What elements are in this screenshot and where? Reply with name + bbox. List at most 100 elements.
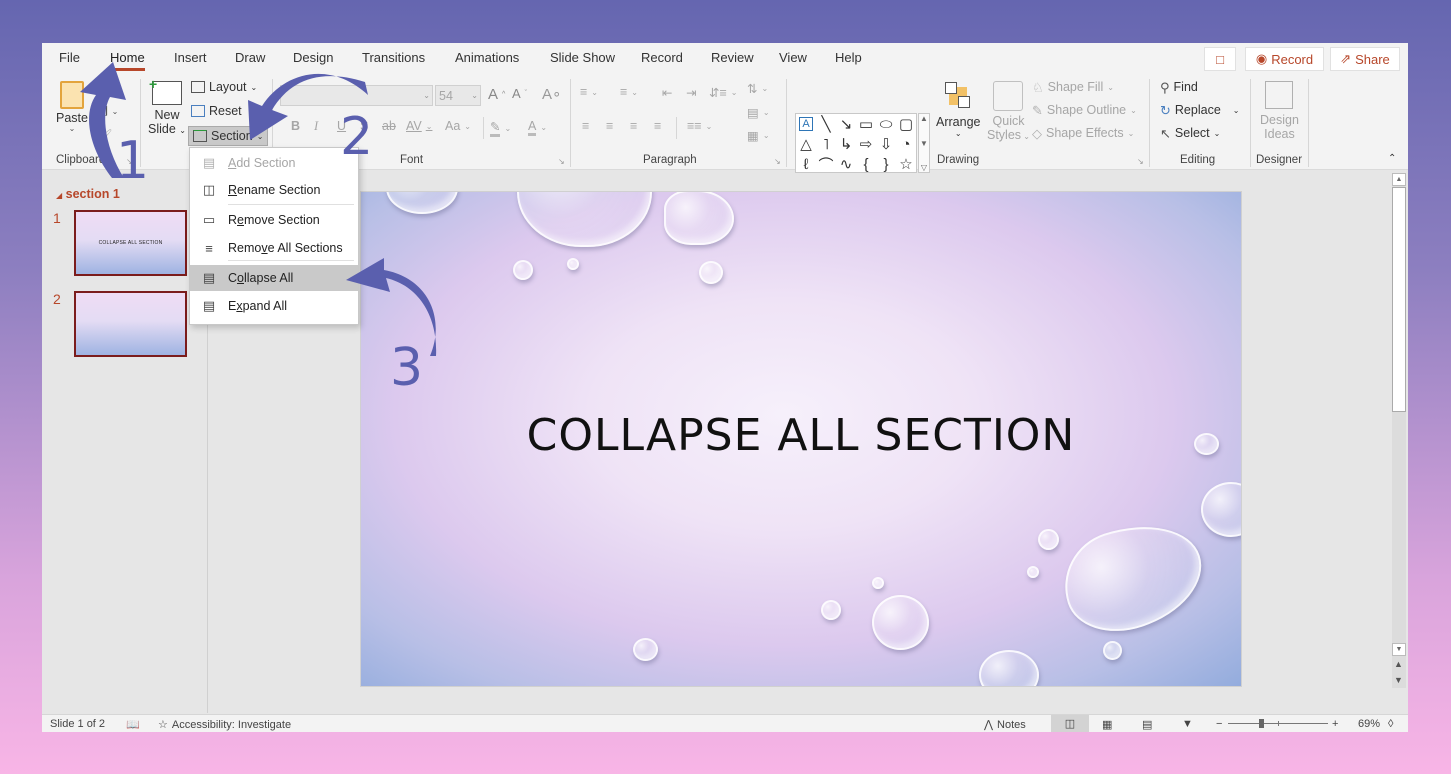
arrange-button[interactable]: Arrange ⌄ bbox=[936, 81, 980, 138]
tab-review[interactable]: Review bbox=[711, 50, 754, 65]
spell-check-icon[interactable]: 📖 bbox=[126, 718, 140, 731]
reset-button[interactable]: Reset bbox=[191, 104, 242, 118]
shape-option[interactable]: ⇩ bbox=[880, 135, 893, 153]
tab-draw[interactable]: Draw bbox=[235, 50, 265, 65]
fit-to-window-icon[interactable]: ◊ bbox=[1388, 718, 1393, 730]
align-text-button[interactable]: ▤ ⌄ bbox=[747, 105, 770, 120]
shapes-gallery-scroll[interactable]: ▲ ▼ ▽ bbox=[918, 113, 930, 173]
columns-button[interactable]: ≡≡ ⌄ bbox=[687, 119, 712, 133]
comments-button[interactable]: □ bbox=[1204, 47, 1236, 71]
zoom-slider[interactable] bbox=[1228, 719, 1328, 728]
shapes-gallery[interactable]: A ╲ ↘ ▭ ⬭ ▢ △ ˥ ↳ ⇨ ⇩ ◔ ℓ ⌒ ∿ {} ☆ bbox=[795, 113, 917, 174]
strikethrough-button[interactable]: ab bbox=[382, 119, 396, 133]
copy-button[interactable]: ❐ ⌄ bbox=[96, 105, 118, 118]
increase-indent-button[interactable]: ⇥ bbox=[686, 85, 696, 100]
shape-option[interactable]: ▢ bbox=[899, 115, 913, 133]
normal-view-button[interactable]: ◫ bbox=[1051, 715, 1089, 732]
tab-home[interactable]: Home bbox=[110, 50, 145, 71]
slide-sorter-button[interactable]: ▦ bbox=[1102, 718, 1112, 731]
numbering-button[interactable]: ≡ ⌄ bbox=[620, 85, 638, 99]
font-launcher-icon[interactable]: ↘ bbox=[558, 157, 565, 166]
tab-help[interactable]: Help bbox=[835, 50, 862, 65]
shape-option[interactable]: △ bbox=[800, 135, 812, 153]
menu-item-rename-section[interactable]: ◫ Rename Section bbox=[190, 177, 358, 203]
shape-option[interactable]: ╲ bbox=[821, 115, 830, 133]
gallery-more-icon[interactable]: ▽ bbox=[921, 163, 927, 172]
bullets-button[interactable]: ≡ ⌄ bbox=[580, 85, 598, 99]
replace-button[interactable]: ↻ Replace ⌄ bbox=[1160, 103, 1239, 117]
paste-button[interactable]: Paste ⌄ bbox=[56, 81, 88, 133]
character-spacing-button[interactable]: AV ⌄ bbox=[406, 119, 432, 133]
grow-font-button[interactable]: A ^ bbox=[488, 86, 505, 103]
shape-option[interactable]: A bbox=[799, 117, 813, 131]
next-slide-icon[interactable]: ▼ bbox=[1394, 675, 1403, 685]
slide-thumbnail[interactable]: COLLAPSE ALL SECTION bbox=[74, 210, 187, 276]
underline-button[interactable]: U bbox=[337, 119, 346, 133]
highlight-color-button[interactable]: ✎ ⌄ bbox=[490, 119, 511, 137]
italic-button[interactable]: I bbox=[314, 119, 318, 134]
menu-item-collapse-all[interactable]: ▤ Collapse All bbox=[190, 265, 358, 291]
menu-item-expand-all[interactable]: ▤ Expand All bbox=[190, 293, 358, 319]
shape-option[interactable]: } bbox=[883, 156, 888, 173]
zoom-percent[interactable]: 69% bbox=[1358, 718, 1380, 730]
text-direction-button[interactable]: ⇅ ⌄ bbox=[747, 81, 768, 96]
align-left-button[interactable]: ≡ bbox=[582, 119, 589, 133]
tab-animations[interactable]: Animations bbox=[455, 50, 519, 65]
layout-button[interactable]: Layout ⌄ bbox=[191, 80, 257, 94]
decrease-indent-button[interactable]: ⇤ bbox=[662, 85, 672, 100]
select-button[interactable]: ↖ Select ⌄ bbox=[1160, 126, 1220, 140]
menu-item-remove-section[interactable]: ▭ Remove Section bbox=[190, 207, 358, 233]
shape-option[interactable]: ℓ bbox=[804, 156, 809, 173]
font-color-button[interactable]: A ⌄ bbox=[528, 119, 547, 136]
tab-file[interactable]: File bbox=[59, 50, 80, 65]
section-button[interactable]: Section ⌄ bbox=[188, 126, 269, 146]
gallery-down-icon[interactable]: ▼ bbox=[920, 139, 928, 148]
accessibility-button[interactable]: ☆ Accessibility: Investigate bbox=[158, 718, 291, 732]
shape-option[interactable]: { bbox=[863, 156, 868, 173]
section-header[interactable]: ◢ section 1 bbox=[56, 187, 120, 201]
notes-button[interactable]: ⋀ Notes bbox=[984, 718, 1026, 732]
vertical-scrollbar[interactable]: ▲ ▼ bbox=[1392, 173, 1406, 688]
align-right-button[interactable]: ≡ bbox=[630, 119, 637, 133]
tab-slide-show[interactable]: Slide Show bbox=[550, 50, 615, 65]
new-slide-button[interactable]: + New Slide ⌄ bbox=[148, 76, 186, 136]
shape-option[interactable]: ☆ bbox=[899, 155, 912, 173]
tab-record[interactable]: Record bbox=[641, 50, 683, 65]
quick-styles-button[interactable]: Quick Styles ⌄ bbox=[987, 81, 1030, 142]
find-button[interactable]: ⚲ Find bbox=[1160, 80, 1198, 94]
record-button[interactable]: ◉ Record bbox=[1245, 47, 1324, 71]
shape-option[interactable]: ↳ bbox=[840, 135, 853, 153]
font-name-combobox[interactable]: ⌄ bbox=[280, 85, 433, 106]
shape-option[interactable]: ⇨ bbox=[860, 135, 873, 153]
font-size-combobox[interactable]: 54 ⌄ bbox=[435, 85, 481, 106]
share-button[interactable]: ⇗ Share bbox=[1330, 47, 1400, 71]
menu-item-remove-all-sections[interactable]: ≡ Remove All Sections bbox=[190, 235, 358, 261]
clear-formatting-button[interactable]: A∘ bbox=[542, 85, 561, 103]
shape-fill-button[interactable]: ♘ Shape Fill ⌄ bbox=[1032, 80, 1114, 94]
collapse-ribbon-button[interactable]: ⌃ bbox=[1388, 153, 1396, 164]
shape-option[interactable]: ▭ bbox=[859, 115, 873, 133]
scroll-down-icon[interactable]: ▼ bbox=[1392, 643, 1406, 656]
shape-outline-button[interactable]: ✎ Shape Outline ⌄ bbox=[1032, 103, 1137, 117]
paragraph-launcher-icon[interactable]: ↘ bbox=[774, 157, 781, 166]
zoom-slider-handle[interactable] bbox=[1258, 719, 1264, 728]
slide-thumbnail[interactable] bbox=[74, 291, 187, 357]
bold-button[interactable]: B bbox=[291, 119, 300, 133]
line-spacing-button[interactable]: ⇵≡ ⌄ bbox=[709, 85, 737, 100]
slide-title[interactable]: COLLAPSE ALL SECTION bbox=[361, 410, 1241, 461]
scroll-up-icon[interactable]: ▲ bbox=[1392, 173, 1406, 186]
format-painter-button[interactable]: 🖌 bbox=[96, 129, 113, 142]
gallery-up-icon[interactable]: ▲ bbox=[920, 114, 928, 123]
text-shadow-button[interactable]: S bbox=[360, 119, 368, 133]
reading-view-button[interactable]: ▤ bbox=[1142, 718, 1152, 731]
slide-canvas[interactable]: COLLAPSE ALL SECTION bbox=[360, 191, 1242, 687]
change-case-button[interactable]: Aa ⌄ bbox=[445, 119, 471, 133]
clipboard-launcher-icon[interactable]: ↘ bbox=[126, 157, 133, 166]
align-center-button[interactable]: ≡ bbox=[606, 119, 613, 133]
shape-option[interactable]: ⬭ bbox=[880, 116, 893, 133]
shape-effects-button[interactable]: ◇ Shape Effects ⌄ bbox=[1032, 126, 1134, 140]
previous-slide-icon[interactable]: ▲ bbox=[1394, 659, 1403, 669]
drawing-launcher-icon[interactable]: ↘ bbox=[1137, 157, 1144, 166]
shape-option[interactable]: ↘ bbox=[840, 115, 853, 133]
menu-item-add-section[interactable]: ▤ Add Section bbox=[190, 150, 358, 176]
